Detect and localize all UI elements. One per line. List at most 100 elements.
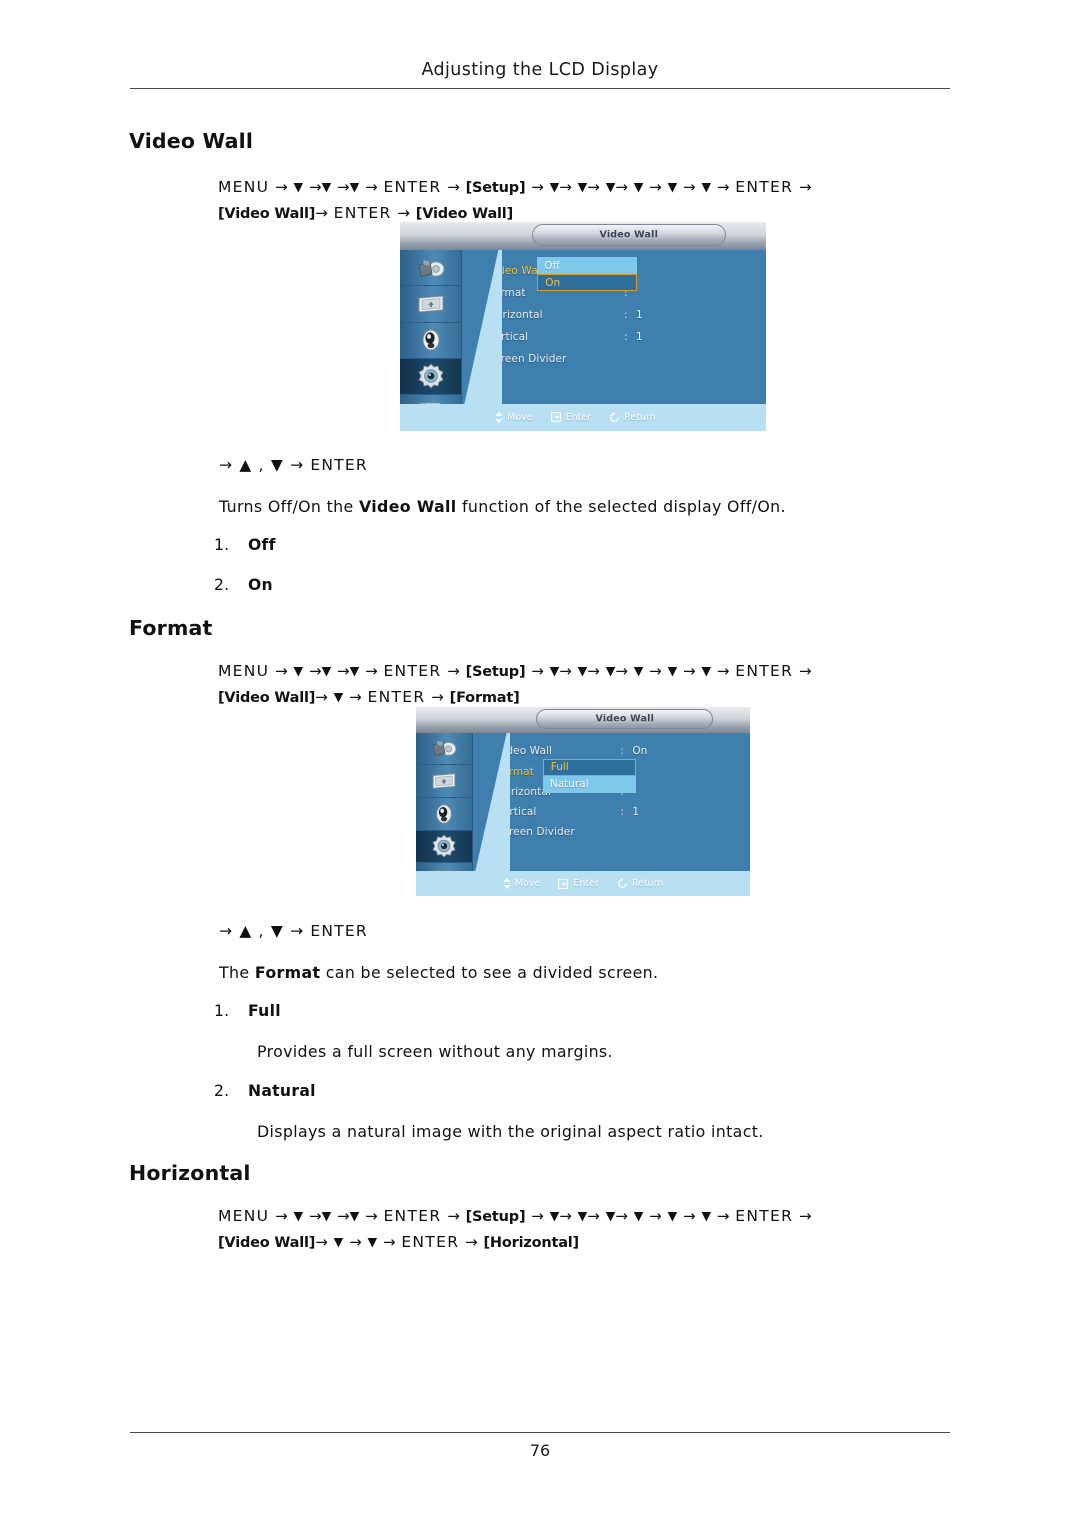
list-item-number: 2. — [214, 1082, 230, 1100]
arrow-icon: → — [349, 1233, 362, 1251]
down-arrow-icon: ▼ — [333, 1234, 344, 1249]
arrow-icon: → — [315, 1233, 328, 1251]
arrow-icon: → — [447, 1207, 460, 1225]
down-arrow-icon: ▼ — [549, 1208, 560, 1223]
description-format: The Format can be selected to see a divi… — [219, 962, 658, 983]
arrow-icon: → — [587, 662, 600, 680]
list-item-label: Natural — [248, 1082, 316, 1100]
enter-key-icon — [558, 878, 573, 889]
osd-dropdown-option-natural[interactable]: Natural — [542, 775, 636, 793]
osd-footer-move: Move — [503, 878, 540, 890]
osd-dropdown-video-wall[interactable]: Off On — [537, 257, 638, 292]
osd-footer-label: Move — [507, 411, 533, 423]
section-heading-format: Format — [129, 616, 213, 640]
osd-row-screen-divider[interactable]: Screen Divider — [488, 351, 760, 366]
menu-path-enter-key: ENTER — [735, 178, 794, 196]
menu-path-enter-key: ENTER — [367, 688, 426, 706]
down-arrow-icon: ▼ — [605, 179, 616, 194]
osd-row-value: 1 — [635, 308, 643, 321]
osd-footer-bar: Move Enter Return — [416, 871, 750, 896]
arrow-icon: → — [649, 178, 662, 196]
osd-screenshot-video-wall: Video Wall Video Wall Format: Horizonta… — [400, 222, 766, 431]
arrow-icon: → — [649, 1207, 662, 1225]
arrow-icon: → — [559, 662, 572, 680]
arrow-icon: → — [382, 1233, 396, 1251]
osd-footer-enter: Enter — [550, 412, 591, 423]
arrow-icon: → — [615, 1207, 628, 1225]
osd-sidebar-item-picture[interactable] — [400, 250, 462, 287]
osd-row-colon: : — [620, 745, 624, 757]
menu-path-target-tag: [Horizontal] — [483, 1235, 580, 1251]
arrow-icon: → — [337, 178, 350, 196]
list-item: 1. Off — [214, 536, 276, 554]
osd-footer-label: Enter — [573, 878, 599, 890]
osd-title-bar: Video Wall — [400, 222, 766, 252]
down-arrow-icon: ▼ — [349, 663, 360, 678]
down-arrow-icon: ▼ — [293, 1208, 304, 1223]
screen-icon — [430, 771, 458, 791]
list-item: 2. On — [214, 576, 273, 594]
osd-sidebar-item-screen[interactable] — [416, 765, 472, 798]
menu-path-setup-tag: [Setup] — [465, 664, 526, 680]
down-arrow-icon: ▼ — [667, 179, 678, 194]
osd-sidebar-item-setup[interactable] — [416, 830, 472, 864]
down-arrow-icon: ▼ — [633, 179, 644, 194]
osd-dropdown-option-on[interactable]: On — [537, 274, 638, 292]
return-arrow-icon — [609, 411, 624, 423]
down-arrow-icon: ▼ — [549, 663, 560, 678]
osd-row-video-wall[interactable]: Video Wall : On — [496, 744, 744, 759]
osd-title-bar: Video Wall — [416, 707, 750, 734]
arrow-icon: → — [315, 688, 328, 706]
menu-path-video-wall-tag: [Video Wall] — [218, 206, 316, 222]
arrow-icon: → — [716, 1207, 730, 1225]
menu-path-video-wall: MENU → ▼ →▼ →▼ → ENTER → [Setup] → ▼→ ▼→… — [218, 175, 968, 227]
osd-row-value: 1 — [632, 806, 640, 818]
osd-row-label: Horizontal — [488, 308, 543, 321]
osd-title-pill: Video Wall — [531, 224, 726, 247]
down-arrow-icon: ▼ — [701, 179, 712, 194]
menu-path-enter-key: ENTER — [735, 1207, 794, 1225]
osd-row-label: Screen Divider — [496, 826, 575, 838]
setup-gear-icon — [417, 363, 445, 389]
osd-sidebar-item-setup[interactable] — [400, 358, 462, 395]
return-arrow-icon — [617, 878, 632, 889]
osd-row-vertical[interactable]: Vertical : 1 — [488, 329, 760, 344]
arrow-icon: → — [531, 178, 544, 196]
osd-row-label: Vertical — [496, 806, 537, 818]
osd-title-text: Video Wall — [595, 713, 655, 725]
arrow-icon: → — [365, 178, 378, 196]
osd-row-colon: : — [623, 308, 628, 321]
arrow-icon: → — [559, 1207, 572, 1225]
osd-dropdown-option-full[interactable]: Full — [542, 758, 636, 776]
osd-dropdown-format[interactable]: Full Natural — [542, 758, 636, 793]
osd-row-colon: : — [620, 806, 624, 818]
osd-row-vertical[interactable]: Vertical : 1 — [496, 805, 744, 820]
header-divider — [130, 88, 950, 89]
sound-icon — [418, 328, 444, 352]
list-item-label: Off — [248, 536, 276, 554]
osd-row-horizontal[interactable]: Horizontal : 1 — [488, 307, 760, 322]
arrow-icon: → — [531, 662, 544, 680]
down-arrow-icon: ▼ — [293, 663, 304, 678]
osd-row-label: Vertical — [488, 330, 529, 343]
menu-path-enter-key: ENTER — [401, 1233, 460, 1251]
osd-body: Video Wall : On Format : Horizontal : Ve… — [416, 732, 750, 896]
osd-row-screen-divider[interactable]: Screen Divider — [496, 825, 744, 840]
description-post: can be selected to see a divided screen. — [320, 963, 659, 982]
osd-dropdown-option-off[interactable]: Off — [537, 257, 638, 275]
key-hint-video-wall: → ▲ , ▼ → ENTER — [219, 456, 368, 474]
down-arrow-icon: ▼ — [293, 179, 304, 194]
arrow-icon: → — [649, 662, 662, 680]
section-heading-horizontal: Horizontal — [129, 1161, 251, 1185]
arrow-icon: → — [683, 1207, 696, 1225]
arrow-icon: → — [337, 662, 350, 680]
osd-sidebar-item-screen[interactable] — [400, 286, 462, 323]
arrow-icon: → — [337, 1207, 350, 1225]
osd-sidebar-item-sound[interactable] — [400, 323, 462, 359]
arrow-icon: → — [365, 1207, 378, 1225]
osd-sidebar-item-picture[interactable] — [416, 733, 472, 766]
menu-path-menu-key: MENU — [218, 662, 270, 680]
arrow-icon: → — [309, 662, 322, 680]
osd-sidebar-item-sound[interactable] — [416, 798, 472, 831]
manual-page: Adjusting the LCD Display Video Wall MEN… — [0, 0, 1080, 1527]
